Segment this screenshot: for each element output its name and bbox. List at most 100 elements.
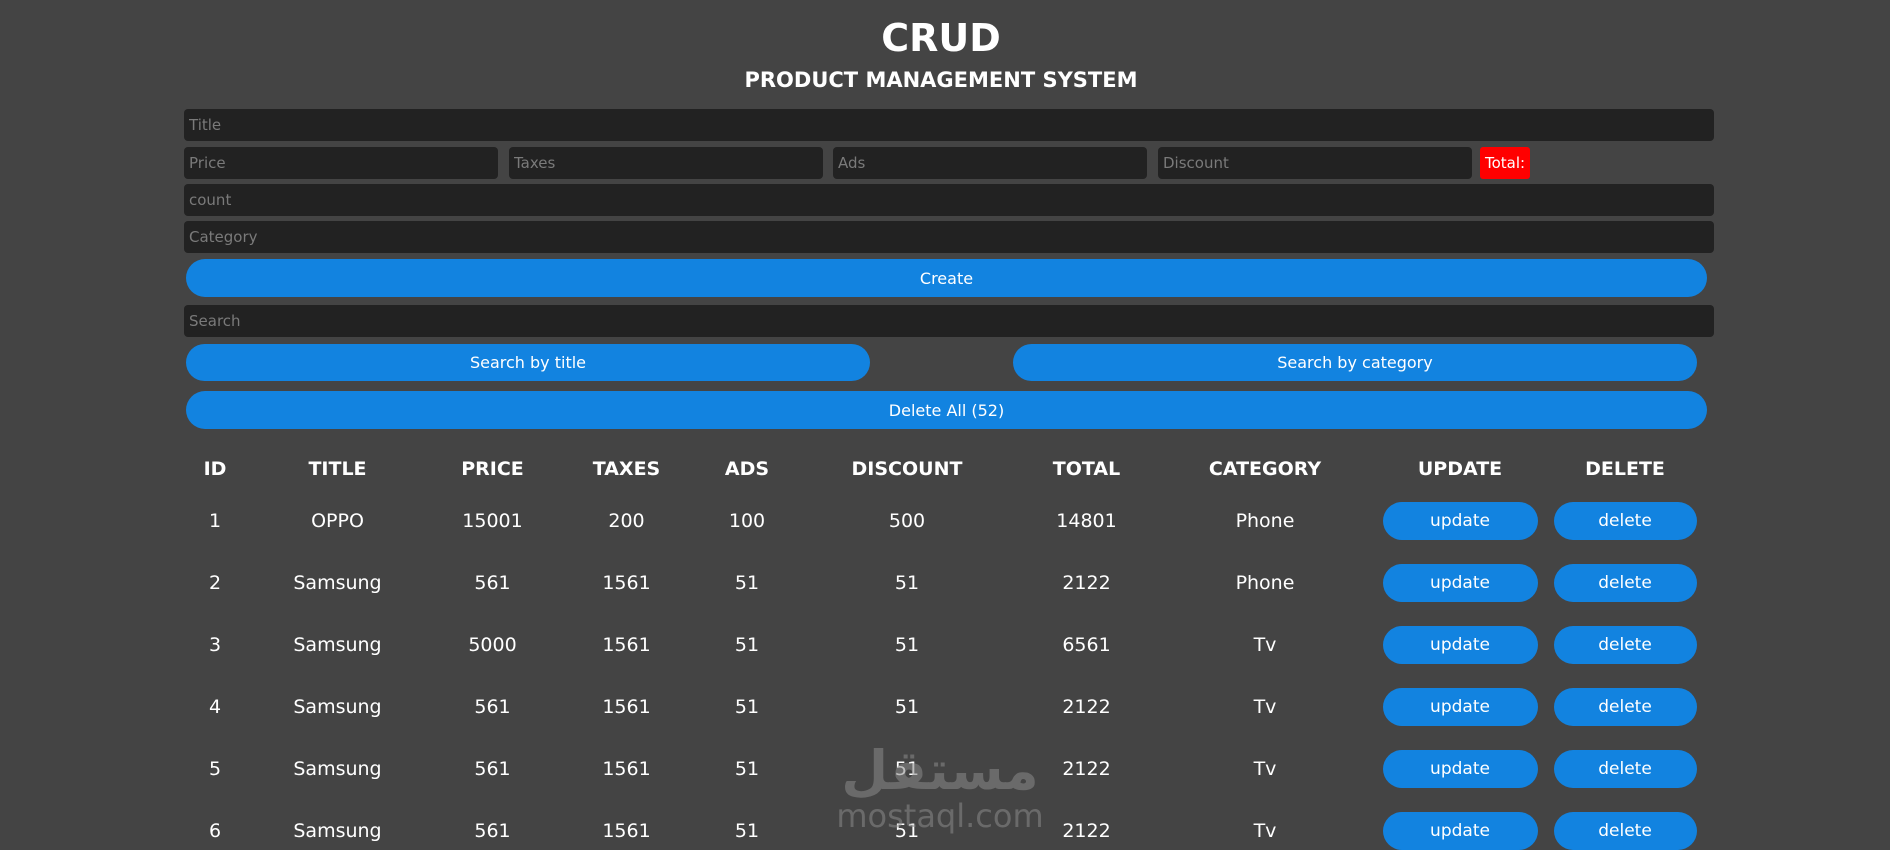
delete-all-button[interactable]: Delete All (52) <box>186 391 1707 429</box>
table-row: 4 Samsung 561 1561 51 51 2122 Tv update … <box>185 676 1705 738</box>
price-input[interactable] <box>184 147 498 179</box>
table-row: 3 Samsung 5000 1561 51 51 6561 Tv update… <box>185 614 1705 676</box>
cell-category: Tv <box>1253 696 1277 718</box>
update-button[interactable]: update <box>1382 626 1538 664</box>
cell-delete: delete <box>1545 490 1705 552</box>
cell-price: 561 <box>474 572 511 594</box>
cell-update: update <box>1375 614 1545 676</box>
watermark-text: mostaql.com <box>836 797 1044 835</box>
header-discount: DISCOUNT <box>851 458 963 480</box>
cell-price: 561 <box>474 696 511 718</box>
cell-update: update <box>1375 552 1545 614</box>
cell-discount: 51 <box>894 696 920 718</box>
delete-button[interactable]: delete <box>1553 626 1697 664</box>
cell-delete: delete <box>1545 676 1705 738</box>
cell-title: Samsung <box>293 758 382 780</box>
header-price: PRICE <box>461 458 524 480</box>
cell-price: 561 <box>474 820 511 842</box>
title-input[interactable] <box>184 109 1714 141</box>
table-row: 1 OPPO 15001 200 100 500 14801 Phone upd… <box>185 490 1705 552</box>
update-button[interactable]: update <box>1382 750 1538 788</box>
delete-button[interactable]: delete <box>1553 502 1697 540</box>
taxes-input[interactable] <box>509 147 823 179</box>
cell-update: update <box>1375 490 1545 552</box>
page: CRUD PRODUCT MANAGEMENT SYSTEM Total: Cr… <box>0 0 1890 850</box>
watermark-arabic-logo: مستقل <box>841 739 1039 802</box>
cell-taxes: 1561 <box>602 572 651 594</box>
cell-update: update <box>1375 676 1545 738</box>
update-button[interactable]: update <box>1382 564 1538 602</box>
table-header-row: ID TITLE PRICE TAXES ADS DISCOUNT TOTAL … <box>185 448 1705 490</box>
cell-taxes: 1561 <box>602 758 651 780</box>
cell-discount: 51 <box>894 572 920 594</box>
delete-button[interactable]: delete <box>1553 688 1697 726</box>
update-button[interactable]: update <box>1382 812 1538 850</box>
cell-update: update <box>1375 738 1545 800</box>
cell-taxes: 200 <box>608 510 645 532</box>
cell-id: 4 <box>208 696 222 718</box>
cell-delete: delete <box>1545 738 1705 800</box>
cell-category: Phone <box>1235 510 1295 532</box>
cell-id: 5 <box>208 758 222 780</box>
cell-taxes: 1561 <box>602 634 651 656</box>
cell-update: update <box>1375 800 1545 850</box>
cell-id: 3 <box>208 634 222 656</box>
category-input[interactable] <box>184 221 1714 253</box>
cell-total: 2122 <box>1062 696 1111 718</box>
header-total: TOTAL <box>1052 458 1121 480</box>
cell-ads: 51 <box>734 572 760 594</box>
header-ads: ADS <box>724 458 770 480</box>
page-title: CRUD <box>881 16 1001 60</box>
cell-total: 14801 <box>1056 510 1117 532</box>
delete-button[interactable]: delete <box>1553 750 1697 788</box>
cell-ads: 51 <box>734 696 760 718</box>
cell-title: Samsung <box>293 696 382 718</box>
discount-input[interactable] <box>1158 147 1472 179</box>
delete-button[interactable]: delete <box>1553 564 1697 602</box>
cell-title: OPPO <box>311 510 364 532</box>
total-badge: Total: <box>1480 147 1531 179</box>
cell-ads: 100 <box>728 510 766 532</box>
cell-price: 15001 <box>462 510 523 532</box>
cell-title: Samsung <box>293 572 382 594</box>
search-by-title-button[interactable]: Search by title <box>186 344 870 381</box>
cell-id: 6 <box>208 820 222 842</box>
cell-ads: 51 <box>734 634 760 656</box>
cell-price: 5000 <box>468 634 517 656</box>
ads-input[interactable] <box>833 147 1147 179</box>
header-title: TITLE <box>308 458 367 480</box>
cell-category: Phone <box>1235 572 1295 594</box>
update-button[interactable]: update <box>1382 688 1538 726</box>
update-button[interactable]: update <box>1382 502 1538 540</box>
search-input[interactable] <box>184 305 1714 337</box>
header-delete: DELETE <box>1585 458 1665 480</box>
page-subtitle: PRODUCT MANAGEMENT SYSTEM <box>744 68 1138 92</box>
cell-category: Tv <box>1253 820 1277 842</box>
cell-id: 2 <box>208 572 222 594</box>
cell-title: Samsung <box>293 820 382 842</box>
cell-discount: 500 <box>888 510 926 532</box>
cell-delete: delete <box>1545 800 1705 850</box>
table-row: 2 Samsung 561 1561 51 51 2122 Phone upda… <box>185 552 1705 614</box>
header-id: ID <box>203 458 227 480</box>
cell-delete: delete <box>1545 552 1705 614</box>
search-by-category-button[interactable]: Search by category <box>1013 344 1697 381</box>
cell-category: Tv <box>1253 758 1277 780</box>
cell-id: 1 <box>208 510 222 532</box>
cell-ads: 51 <box>734 820 760 842</box>
count-input[interactable] <box>184 184 1714 216</box>
cell-taxes: 1561 <box>602 696 651 718</box>
delete-button[interactable]: delete <box>1553 812 1697 850</box>
cell-taxes: 1561 <box>602 820 651 842</box>
cell-title: Samsung <box>293 634 382 656</box>
header-taxes: TAXES <box>592 458 661 480</box>
cell-category: Tv <box>1253 634 1277 656</box>
header-category: CATEGORY <box>1208 458 1322 480</box>
cell-total: 6561 <box>1062 634 1111 656</box>
cell-discount: 51 <box>894 634 920 656</box>
create-button[interactable]: Create <box>186 259 1707 297</box>
mostaql-watermark: مستقل mostaql.com <box>820 740 1060 840</box>
cell-total: 2122 <box>1062 572 1111 594</box>
cell-delete: delete <box>1545 614 1705 676</box>
cell-ads: 51 <box>734 758 760 780</box>
